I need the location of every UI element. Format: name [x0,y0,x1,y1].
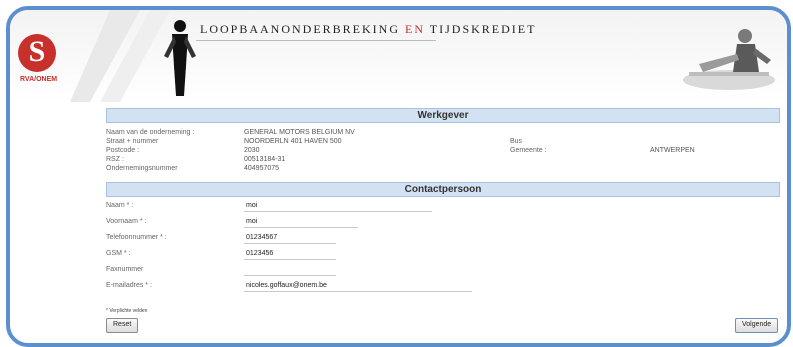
header-banner: S RVA/ONEM LOOPBAANONDERBREKING EN TIJDS… [10,10,787,102]
app-title: LOOPBAANONDERBREKING EN TIJDSKREDIET [200,22,536,37]
gsm-input[interactable] [244,248,336,260]
telefoonnummer-input[interactable] [244,232,336,244]
label-company-name: Naam van de onderneming : [106,129,195,136]
label-rsz: RSZ : [106,156,124,163]
voornaam-input[interactable] [244,216,358,228]
rva-logo[interactable]: S RVA/ONEM [16,30,62,88]
label-bus: Bus [510,138,523,145]
person-silhouette-icon [164,20,196,96]
label-faxnummer: Faxnummer [106,266,144,273]
value-gemeente: ANTWERPEN [650,147,695,154]
reset-button[interactable]: Reset [106,318,139,333]
naam-input[interactable] [244,200,432,212]
value-postcode: 2030 [244,147,260,154]
title-underline [196,40,436,41]
value-enterprise-number: 404957075 [244,165,280,172]
label-emailadres: E-mailadres * : [106,282,152,289]
value-street: NOORDERLN 401 HAVEN 500 [244,138,342,145]
title-part-3: TIJDSKREDIET [425,22,537,36]
decorative-illustration [683,29,775,90]
value-rsz: 00513184-31 [244,156,286,163]
decorative-swoosh [70,10,170,102]
title-part-1: LOOPBAANONDERBREKING [200,22,406,36]
logo-s-mark: S [28,35,46,68]
label-postcode: Postcode : [106,147,140,154]
emailadres-input[interactable] [244,280,472,292]
label-enterprise-number: Ondernemingsnummer [106,165,178,172]
label-naam: Naam * : [106,202,134,209]
next-button[interactable]: Volgende [735,318,779,333]
section-header-contactpersoon: Contactpersoon [106,182,780,197]
label-telefoonnummer: Telefoonnummer * : [106,234,167,241]
window-frame: S RVA/ONEM LOOPBAANONDERBREKING EN TIJDS… [6,6,791,347]
label-street: Straat + nummer [106,138,159,145]
label-gsm: GSM * : [106,250,131,257]
section-header-werkgever: Werkgever [106,108,780,123]
title-part-2: EN [405,22,426,36]
value-company-name: GENERAL MOTORS BELGIUM NV [244,129,355,136]
required-fields-note: * Verplichte velden [106,308,148,314]
label-voornaam: Voornaam * : [106,218,147,225]
logo-text: RVA/ONEM [20,76,58,83]
label-gemeente: Gemeente : [510,147,547,154]
faxnummer-input[interactable] [244,264,336,276]
